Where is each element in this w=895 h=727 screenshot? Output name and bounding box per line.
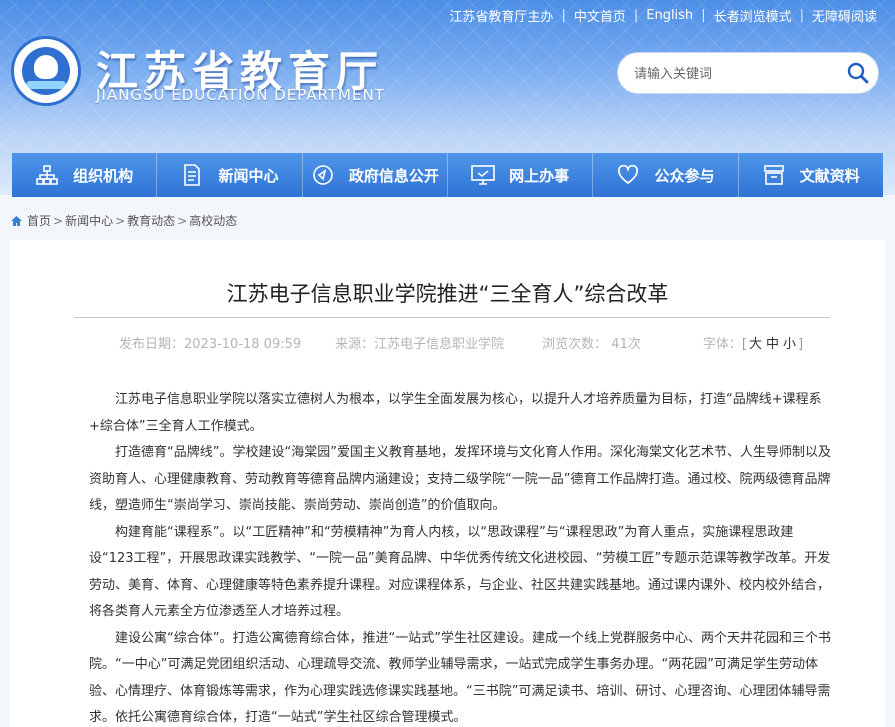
top-links-bar: 江苏省教育厅主办 | 中文首页 | English | 长者浏览模式 | 无障碍… <box>441 6 885 25</box>
breadcrumb-separator: > <box>177 213 188 228</box>
nav-item-news[interactable]: 新闻中心 <box>157 153 303 197</box>
article-paragraph: 构建育能“课程系”。以“工匠精神”和“劳模精神”为育人内核，以“思政课程”与“课… <box>89 524 831 620</box>
compass-icon <box>311 164 335 186</box>
elderly-mode-link[interactable]: 长者浏览模式 <box>706 6 800 25</box>
font-size-label: 字体： <box>702 337 742 352</box>
separator: | <box>561 8 566 23</box>
article-paragraph: 建设公寓“综合体”。打造公寓德育综合体，推进“一站式”学生社区建设。建成一个线上… <box>89 630 831 726</box>
nav-item-label: 政府信息公开 <box>348 166 439 185</box>
breadcrumb-separator: > <box>115 213 126 228</box>
english-link[interactable]: English <box>638 8 701 23</box>
host-label: 江苏省教育厅主办 <box>449 10 554 25</box>
separator: | <box>633 8 639 23</box>
archive-icon <box>762 164 786 186</box>
heart-icon <box>616 164 640 186</box>
nav-item-public-participation[interactable]: 公众参与 <box>593 153 739 197</box>
search-box <box>617 52 879 94</box>
separator: | <box>799 8 804 23</box>
search-input[interactable] <box>634 65 838 81</box>
breadcrumb: 首页 > 新闻中心 > 教育动态 > 高校动态 <box>10 212 237 229</box>
nav-item-label: 新闻中心 <box>218 166 279 185</box>
nav-item-documents[interactable]: 文献资料 <box>738 153 883 197</box>
title-divider <box>74 317 830 318</box>
article-panel: 江苏电子信息职业学院推进“三全育人”综合改革 发布日期：2023-10-18 0… <box>10 240 885 727</box>
main-nav: 组织机构 新闻中心 政府信息公开 网上办事 公众参与 文献资料 <box>12 153 883 197</box>
department-logo-icon[interactable] <box>11 36 81 106</box>
article-paragraph: 打造德育“品牌线”。学校建设“海棠园”爱国主义教育基地，发挥环境与文化育人作用。… <box>89 445 831 513</box>
nav-item-label: 组织机构 <box>73 166 134 185</box>
bracket: ] <box>798 337 804 352</box>
font-large-button[interactable]: 大 <box>747 337 764 352</box>
nav-item-online-services[interactable]: 网上办事 <box>447 153 594 197</box>
article-paragraph: 江苏电子信息职业学院以落实立德树人为根本，以学生全面发展为核心，以提升人才培养质… <box>89 392 822 434</box>
site-subtitle: JIANGSU EDUCATION DEPARTMENT <box>96 86 385 104</box>
breadcrumb-home[interactable]: 首页 <box>27 212 51 229</box>
nav-item-organization[interactable]: 组织机构 <box>12 153 158 197</box>
document-icon <box>180 164 204 186</box>
nav-item-label: 文献资料 <box>799 166 860 185</box>
article-meta: 发布日期：2023-10-18 09:59 来源：江苏电子信息职业学院 浏览次数： … <box>119 333 803 352</box>
article-source: 来源：江苏电子信息职业学院 <box>335 337 505 352</box>
article-title: 江苏电子信息职业学院推进“三全育人”综合改革 <box>226 282 669 306</box>
home-icon <box>10 215 23 227</box>
monitor-icon <box>471 164 495 186</box>
view-count: 浏览次数： 41次 <box>542 337 641 352</box>
font-medium-button[interactable]: 中 <box>764 337 781 352</box>
logo-inner <box>22 47 70 95</box>
nav-item-gov-info[interactable]: 政府信息公开 <box>302 153 448 197</box>
nav-item-label: 网上办事 <box>509 166 570 185</box>
chinese-home-link[interactable]: 中文首页 <box>566 6 634 25</box>
font-small-button[interactable]: 小 <box>781 337 798 352</box>
separator: | <box>701 8 706 23</box>
publish-date: 发布日期：2023-10-18 09:59 <box>119 337 302 352</box>
breadcrumb-university-news[interactable]: 高校动态 <box>189 212 237 229</box>
accessibility-link[interactable]: 无障碍阅读 <box>804 6 885 25</box>
breadcrumb-news-center[interactable]: 新闻中心 <box>65 212 113 229</box>
org-chart-icon <box>35 164 59 186</box>
breadcrumb-education-news[interactable]: 教育动态 <box>127 212 175 229</box>
breadcrumb-separator: > <box>53 213 64 228</box>
nav-item-label: 公众参与 <box>654 166 715 185</box>
article-body: 江苏电子信息职业学院以落实立德树人为根本，以学生全面发展为核心，以提升人才培养质… <box>89 387 834 727</box>
search-icon[interactable] <box>838 53 878 93</box>
